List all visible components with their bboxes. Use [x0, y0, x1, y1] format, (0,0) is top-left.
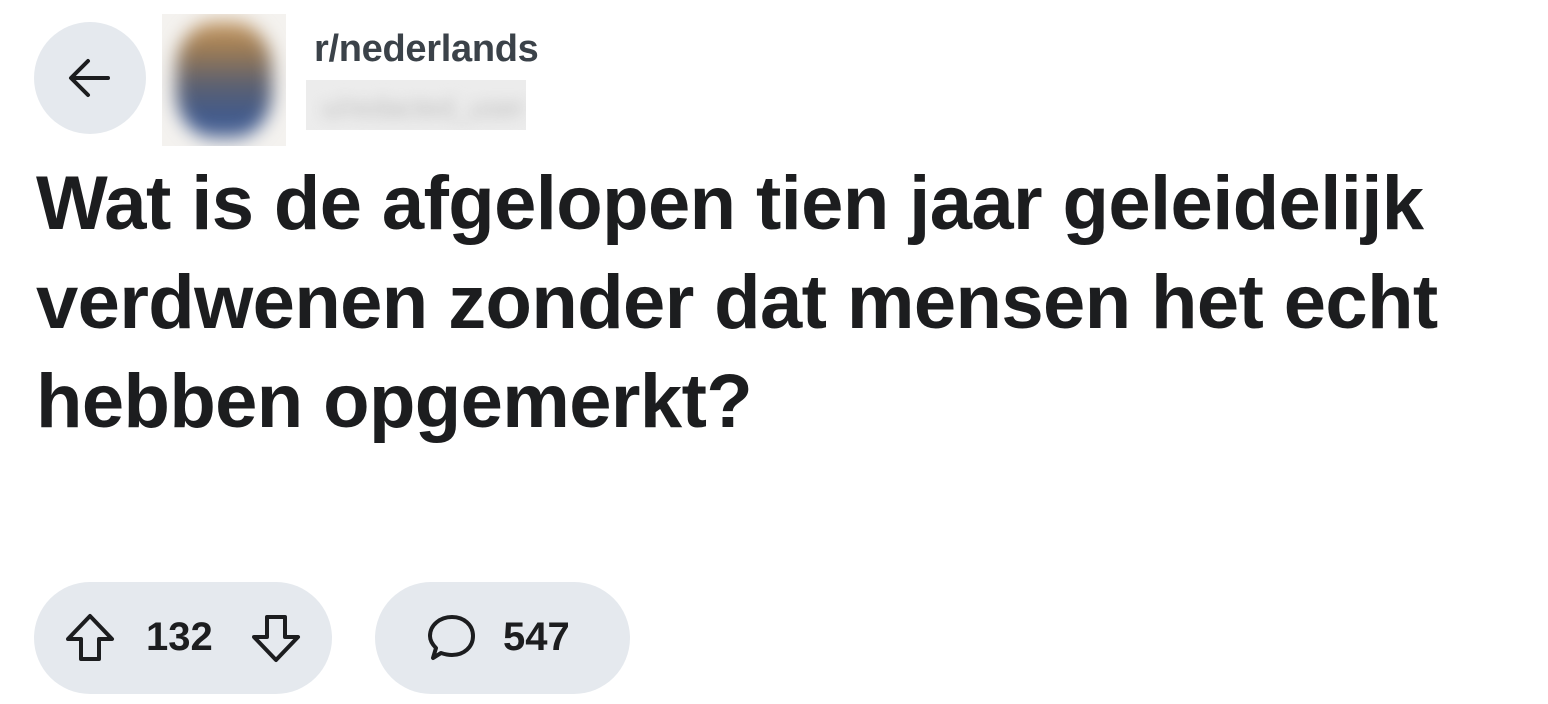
arrow-up-outline-icon	[66, 614, 114, 661]
username-text: u/redacted_user	[322, 92, 525, 123]
avatar-image	[176, 22, 272, 138]
upvote-button[interactable]	[62, 610, 118, 666]
subreddit-name[interactable]: r/nederlands	[314, 28, 539, 71]
back-button[interactable]	[34, 22, 146, 134]
arrow-left-icon	[69, 59, 110, 97]
username-redacted[interactable]: u/redacted_user	[306, 80, 526, 130]
comments-button[interactable]: 547	[375, 582, 630, 694]
speech-bubble-icon	[423, 610, 479, 666]
downvote-button[interactable]	[248, 610, 304, 666]
arrow-down-outline-icon	[252, 615, 300, 662]
post-title: Wat is de afgelopen tien jaar geleidelij…	[36, 161, 1438, 444]
vote-count: 132	[146, 615, 213, 659]
comment-count: 547	[503, 615, 570, 659]
subreddit-avatar[interactable]	[162, 14, 286, 146]
vote-bar: 132	[34, 582, 332, 694]
